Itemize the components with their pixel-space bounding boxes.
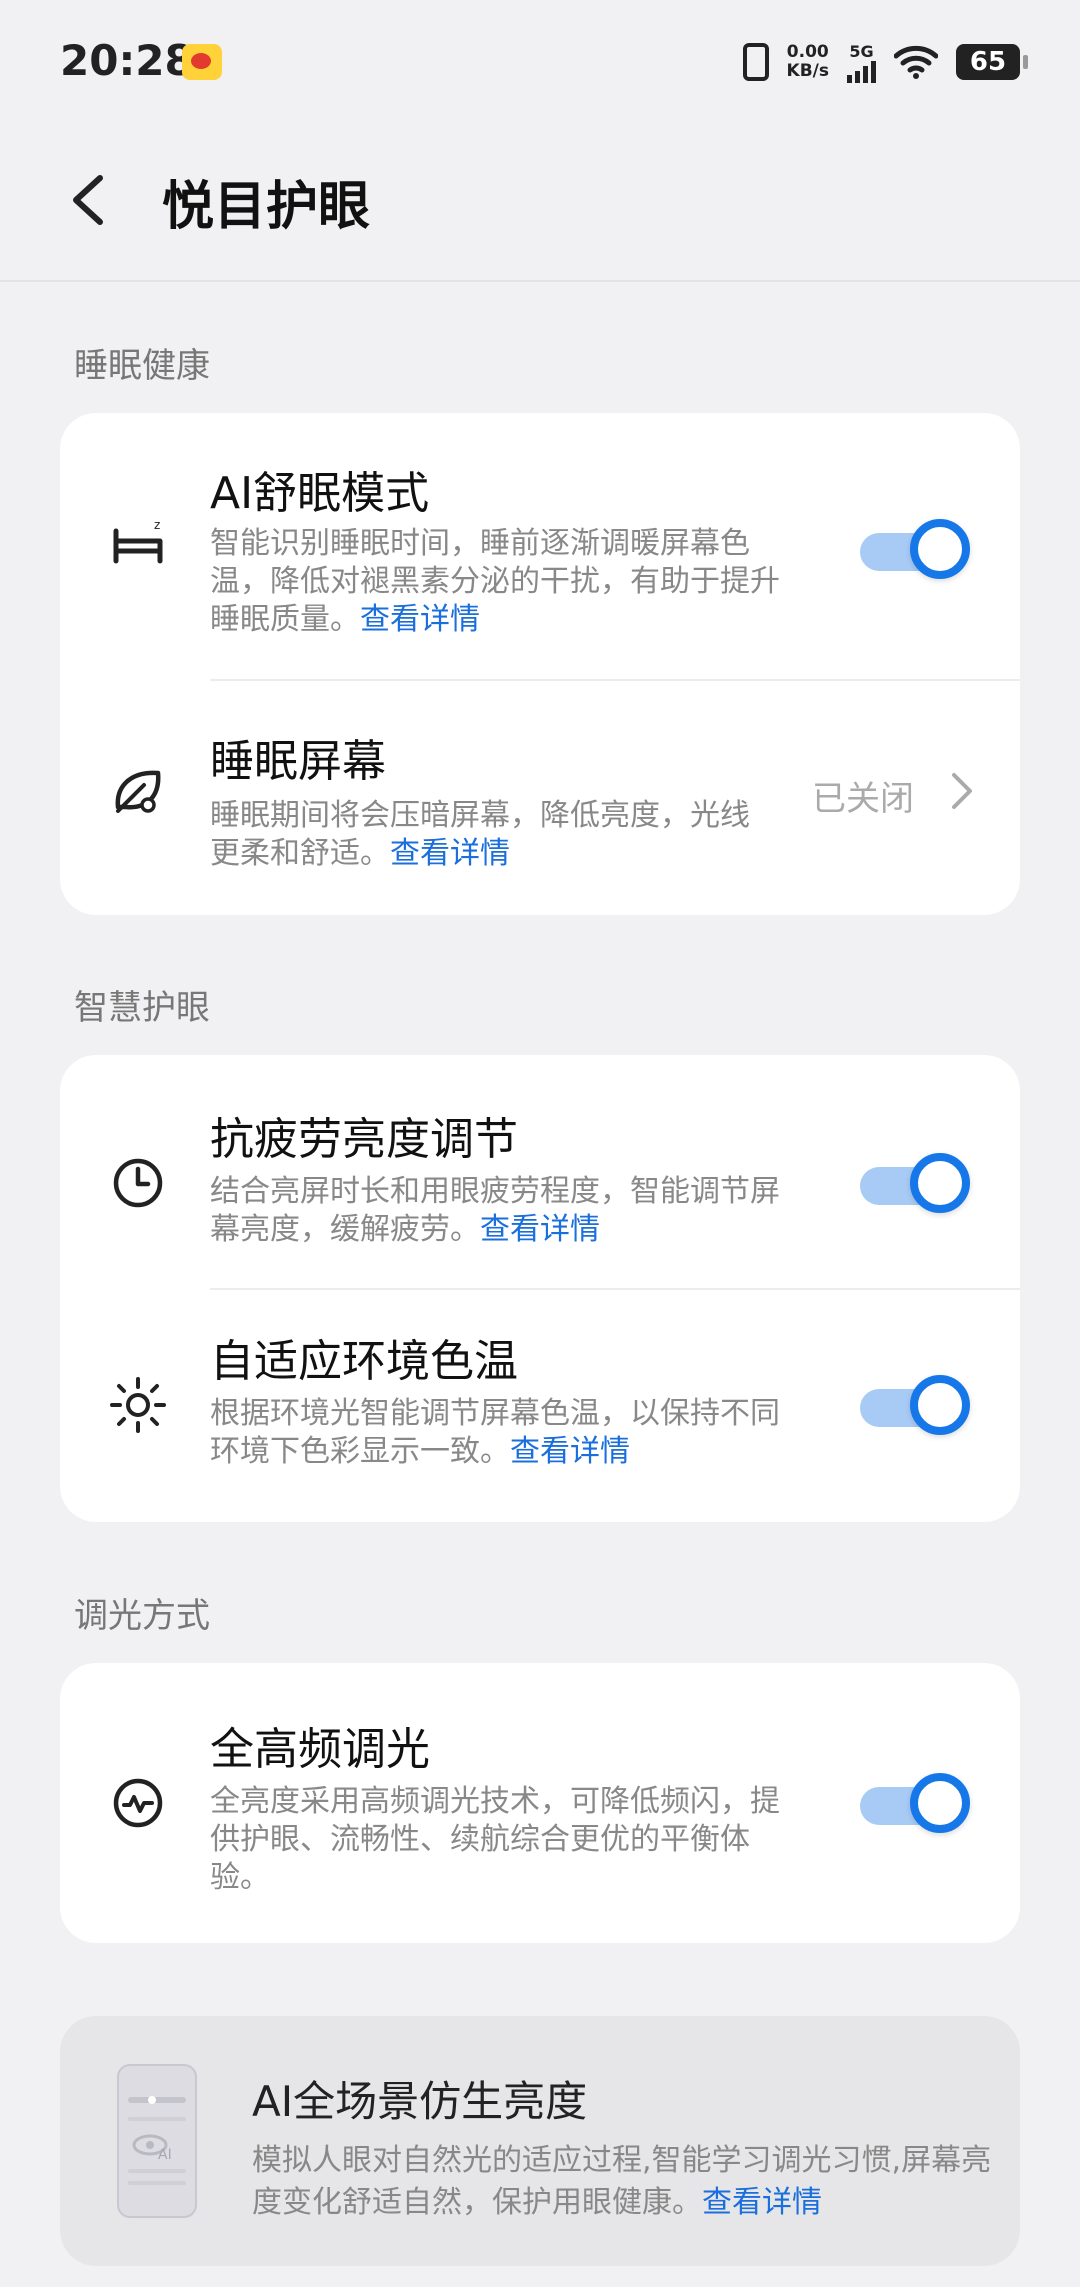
weibo-notification-icon xyxy=(182,44,222,80)
sleep-screen-title: 睡眠屏幕 xyxy=(210,736,386,787)
anti-fatigue-desc: 结合亮屏时长和用眼疲劳程度，智能调节屏幕亮度，缓解疲劳。查看详情 xyxy=(210,1174,780,1247)
adaptive-color-desc: 根据环境光智能调节屏幕色温，以保持不同环境下色彩显示一致。查看详情 xyxy=(210,1396,780,1469)
anti-fatigue-details-link[interactable]: 查看详情 xyxy=(480,1212,600,1247)
promo-details-link[interactable]: 查看详情 xyxy=(702,2185,822,2220)
high-freq-dimming-row[interactable]: 全高频调光 全亮度采用高频调光技术，可降低频闪，提供护眼、流畅性、续航综合更优的… xyxy=(60,1663,1020,1943)
promo-desc: 模拟人眼对自然光的适应过程,智能学习调光习惯,屏幕亮度变化舒适自然，保护用眼健康… xyxy=(252,2143,992,2220)
page-header: 悦目护眼 xyxy=(0,120,1080,282)
status-time: 20:28 xyxy=(60,36,194,85)
high-freq-dimming-toggle[interactable] xyxy=(860,1773,980,1833)
battery-icon: 65 xyxy=(956,44,1028,80)
anti-fatigue-toggle[interactable] xyxy=(860,1153,980,1213)
leaf-eye-icon xyxy=(115,770,161,813)
dimming-card: 全高频调光 全亮度采用高频调光技术，可降低频闪，提供护眼、流畅性、续航综合更优的… xyxy=(60,1663,1020,1943)
vibrate-icon xyxy=(742,43,769,81)
ai-sleep-mode-desc: 智能识别睡眠时间，睡前逐渐调暖屏幕色温，降低对褪黑素分泌的干扰，有助于提升睡眠质… xyxy=(210,526,780,637)
section-label-sleep: 睡眠健康 xyxy=(74,346,210,386)
section-label-smart: 智慧护眼 xyxy=(74,988,210,1028)
sun-icon xyxy=(110,1377,166,1433)
page-title: 悦目护眼 xyxy=(162,177,371,237)
signal-bars-icon xyxy=(847,60,876,83)
network-type: 5G xyxy=(849,41,874,61)
sleep-screen-details-link[interactable]: 查看详情 xyxy=(390,836,510,871)
svg-text:AI: AI xyxy=(158,2147,172,2163)
status-bar: 20:28 0.00 KB/s 5G 65 xyxy=(0,0,1080,120)
phone-illustration-icon: AI xyxy=(117,2064,197,2218)
adaptive-color-details-link[interactable]: 查看详情 xyxy=(510,1434,630,1469)
chevron-right-icon[interactable] xyxy=(946,771,976,811)
sleep-health-card: z AI舒眠模式 智能识别睡眠时间，睡前逐渐调暖屏幕色温，降低对褪黑素分泌的干扰… xyxy=(60,413,1020,915)
speed-value: 0.00 xyxy=(786,42,829,62)
ai-sleep-mode-toggle[interactable] xyxy=(860,519,980,579)
smart-eyecare-card: 抗疲劳亮度调节 结合亮屏时长和用眼疲劳程度，智能调节屏幕亮度，缓解疲劳。查看详情… xyxy=(60,1055,1020,1522)
svg-text:z: z xyxy=(154,518,160,532)
adaptive-color-row[interactable]: 自适应环境色温 根据环境光智能调节屏幕色温，以保持不同环境下色彩显示一致。查看详… xyxy=(60,1289,1020,1522)
wifi-icon xyxy=(894,45,938,79)
anti-fatigue-title: 抗疲劳亮度调节 xyxy=(210,1114,518,1165)
status-indicators: 0.00 KB/s 5G 65 xyxy=(742,38,1028,86)
sleep-screen-status: 已关闭 xyxy=(812,779,914,819)
anti-fatigue-row[interactable]: 抗疲劳亮度调节 结合亮屏时长和用眼疲劳程度，智能调节屏幕亮度，缓解疲劳。查看详情 xyxy=(60,1055,1020,1289)
ai-sleep-mode-title: AI舒眠模式 xyxy=(210,468,430,519)
clock-icon xyxy=(113,1158,163,1208)
section-label-dimming: 调光方式 xyxy=(74,1596,210,1636)
ai-bionic-brightness-card[interactable]: AI AI全场景仿生亮度 模拟人眼对自然光的适应过程,智能学习调光习惯,屏幕亮度… xyxy=(60,2016,1020,2266)
bed-icon: z xyxy=(113,518,163,564)
adaptive-color-toggle[interactable] xyxy=(860,1375,980,1435)
adaptive-color-title: 自适应环境色温 xyxy=(210,1336,518,1387)
signal-indicator: 5G xyxy=(847,42,876,83)
ai-sleep-details-link[interactable]: 查看详情 xyxy=(360,602,480,637)
speed-unit: KB/s xyxy=(786,61,829,81)
network-speed: 0.00 KB/s xyxy=(787,43,829,81)
ai-sleep-mode-row[interactable]: z AI舒眠模式 智能识别睡眠时间，睡前逐渐调暖屏幕色温，降低对褪黑素分泌的干扰… xyxy=(60,413,1020,681)
sleep-screen-desc: 睡眠期间将会压暗屏幕，降低亮度，光线更柔和舒适。查看详情 xyxy=(210,798,750,871)
back-arrow-icon[interactable] xyxy=(60,170,120,230)
promo-title: AI全场景仿生亮度 xyxy=(252,2077,588,2126)
high-freq-dimming-title: 全高频调光 xyxy=(210,1724,430,1775)
waveform-icon xyxy=(113,1778,163,1828)
sleep-screen-row[interactable]: 睡眠屏幕 睡眠期间将会压暗屏幕，降低亮度，光线更柔和舒适。查看详情 已关闭 xyxy=(60,681,1020,915)
high-freq-dimming-desc: 全亮度采用高频调光技术，可降低频闪，提供护眼、流畅性、续航综合更优的平衡体验。 xyxy=(210,1784,780,1895)
